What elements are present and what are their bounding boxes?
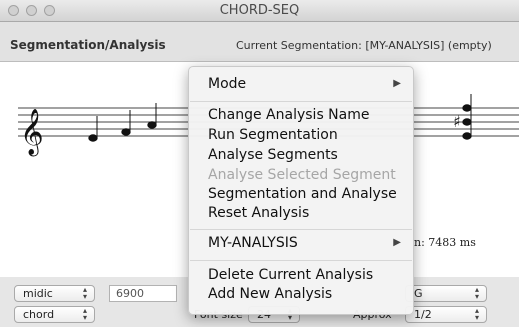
key-select[interactable]: G ▴ ▾ [405, 285, 487, 302]
note-head [88, 134, 98, 142]
approx-select[interactable]: 1/2 ▴ ▾ [405, 306, 487, 323]
menu-item-my-analysis[interactable]: MY-ANALYSIS [208, 235, 298, 251]
key-select-value: G [414, 287, 423, 300]
svg-text:𝄞: 𝄞 [20, 109, 44, 157]
format-select-value: midic [23, 287, 53, 300]
menu-item-analyse-selected-segment: Analyse Selected Segment [208, 167, 396, 183]
menu-item-mode[interactable]: Mode [208, 76, 246, 92]
window-title: CHORD-SEQ [219, 3, 300, 18]
note-head [121, 128, 131, 136]
format-select[interactable]: midic ▴ ▾ [14, 285, 95, 302]
note-head [147, 121, 157, 129]
svg-text:♯: ♯ [453, 112, 461, 131]
up-down-arrows-icon: ▴▾ [82, 306, 87, 322]
sharp-icon: ♯ [453, 112, 461, 131]
mode-select-value: chord [23, 308, 55, 321]
current-segmentation-text: Current Segmentation: [MY-ANALYSIS] (emp… [236, 39, 492, 52]
menu-separator [190, 229, 412, 230]
title-bar: CHORD-SEQ [0, 0, 519, 22]
duration-text: n: 7483 ms [414, 236, 476, 249]
up-down-arrows-icon: ▴▾ [474, 285, 479, 301]
mode-select[interactable]: chord ▴ ▾ [14, 306, 95, 323]
treble-clef-icon: 𝄞 [20, 109, 44, 157]
note-head [462, 132, 472, 140]
menu-separator [190, 260, 412, 261]
note-head [462, 118, 472, 126]
value-field[interactable]: 6900 [109, 285, 177, 302]
section-label: Segmentation/Analysis [10, 38, 166, 52]
menu-item-segmentation-and-analyse[interactable]: Segmentation and Analyse [208, 186, 397, 202]
segmentation-header: Segmentation/Analysis Current Segmentati… [0, 22, 519, 62]
menu-item-change-analysis-name[interactable]: Change Analysis Name [208, 107, 370, 123]
up-down-arrows-icon: ▴▾ [474, 306, 479, 322]
menu-item-delete-current-analysis[interactable]: Delete Current Analysis [208, 267, 373, 283]
menu-item-add-new-analysis[interactable]: Add New Analysis [208, 286, 332, 302]
menu-separator [190, 101, 412, 102]
context-menu: Mode ▶ Change Analysis Name Run Segmenta… [188, 66, 414, 315]
menu-item-analyse-segments[interactable]: Analyse Segments [208, 147, 338, 163]
submenu-arrow-icon: ▶ [393, 237, 401, 248]
submenu-arrow-icon: ▶ [393, 78, 401, 89]
note-head [462, 104, 472, 112]
up-down-arrows-icon: ▴▾ [82, 285, 87, 301]
menu-item-run-segmentation[interactable]: Run Segmentation [208, 127, 338, 143]
menu-item-reset-analysis[interactable]: Reset Analysis [208, 205, 309, 221]
approx-select-value: 1/2 [414, 308, 432, 321]
